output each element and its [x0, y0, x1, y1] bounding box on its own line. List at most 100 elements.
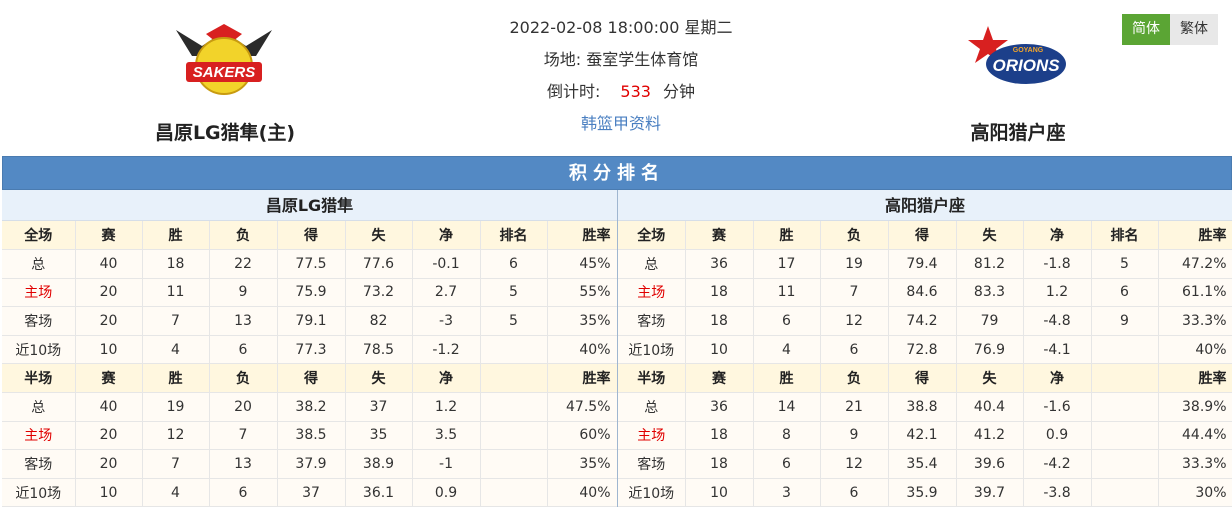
table-cell: 18 — [142, 249, 210, 279]
table-cell: 77.6 — [345, 249, 413, 279]
home-team-logo[interactable]: SAKERS — [172, 20, 276, 100]
table-cell: 35.4 — [888, 449, 957, 479]
table-cell: 6 — [753, 306, 821, 336]
table-cell: 6 — [209, 335, 278, 365]
table-cell: 10 — [685, 478, 754, 508]
away-team-name[interactable]: 高阳猎户座 — [893, 118, 1143, 145]
table-cell: 9 — [820, 421, 889, 451]
table-cell: 19 — [142, 392, 210, 422]
table-row: 总 36 14 21 38.8 40.4 -1.6 38.9% — [618, 392, 1232, 422]
table-cell: 47.5% — [547, 392, 618, 422]
table-header-row: 全场赛胜负得失净排名 胜率 — [618, 221, 1232, 251]
home-logo-text: SAKERS — [193, 64, 256, 81]
table-cell: 78.5 — [345, 335, 413, 365]
header-cell: 半场 — [2, 363, 76, 394]
league-info-link[interactable]: 韩篮甲资料 — [581, 114, 661, 133]
table-cell: 35% — [547, 449, 618, 479]
table-cell: 72.8 — [888, 335, 957, 365]
table-cell: 19 — [820, 249, 889, 279]
match-header: SAKERS 昌原LG猎隼(主) 2022-02-08 18:00:00 星期二… — [0, 0, 1232, 155]
table-row: 客场 20 7 13 37.9 38.9 -1 35% — [2, 449, 618, 479]
row-label-cell: 近10场 — [618, 478, 686, 508]
header-cell: 得 — [277, 221, 346, 251]
table-cell — [480, 478, 548, 508]
table-cell: 36 — [685, 249, 754, 279]
countdown-unit: 分钟 — [662, 82, 695, 101]
table-row: 客场 20 7 13 79.1 82 -3 5 35% — [2, 306, 618, 336]
standings-tables: 昌原LG猎隼 全场赛胜负得失净排名 胜率总 40 18 22 77.5 77.6 -0.1 6 4… — [2, 190, 1232, 508]
table-cell: 37 — [277, 478, 346, 508]
table-row: 总 36 17 19 79.4 81.2 -1.8 5 47.2% — [618, 249, 1232, 279]
table-row: 近10场 10 4 6 72.8 76.9 -4.1 40% — [618, 335, 1232, 365]
table-cell — [1091, 449, 1159, 479]
table-cell: 40% — [547, 478, 618, 508]
table-cell: 36.1 — [345, 478, 413, 508]
header-cell: 胜率 — [547, 363, 618, 394]
table-cell: 6 — [480, 249, 548, 279]
table-cell: 20 — [209, 392, 278, 422]
row-label-cell: 客场 — [618, 449, 686, 479]
home-team-name[interactable]: 昌原LG猎隼(主) — [100, 118, 350, 145]
table-cell — [1091, 478, 1159, 508]
table-cell: 5 — [480, 306, 548, 336]
table-cell: 11 — [753, 278, 821, 308]
row-label-cell: 总 — [2, 392, 76, 422]
countdown-label: 倒计时: — [547, 82, 601, 101]
table-cell — [480, 335, 548, 365]
table-cell: -1.8 — [1023, 249, 1092, 279]
away-standings-table: 全场赛胜负得失净排名 胜率总 36 17 19 79.4 81.2 -1.8 5 47.2% 主场 1… — [618, 221, 1232, 508]
table-cell: 30% — [1158, 478, 1232, 508]
table-cell: 13 — [209, 306, 278, 336]
table-cell: 21 — [820, 392, 889, 422]
header-cell: 全场 — [2, 221, 76, 251]
table-row: 主场 20 12 7 38.5 35 3.5 60% — [2, 421, 618, 451]
match-datetime: 2022-02-08 18:00:00 星期二 — [509, 18, 733, 37]
header-cell: 负 — [209, 221, 278, 251]
header-cell: 得 — [888, 221, 957, 251]
row-label-cell: 客场 — [618, 306, 686, 336]
table-cell: 10 — [685, 335, 754, 365]
traditional-chinese-button[interactable]: 繁体 — [1170, 14, 1218, 45]
table-cell: -4.8 — [1023, 306, 1092, 336]
header-cell: 胜 — [753, 221, 821, 251]
header-cell: 赛 — [75, 221, 143, 251]
table-row: 主场 20 11 9 75.9 73.2 2.7 5 55% — [2, 278, 618, 308]
table-cell: 79.1 — [277, 306, 346, 336]
row-label-cell: 主场 — [2, 278, 76, 308]
table-cell: 18 — [685, 278, 754, 308]
table-cell: -3.8 — [1023, 478, 1092, 508]
header-cell: 排名 — [480, 221, 548, 251]
table-cell: 5 — [480, 278, 548, 308]
away-team-logo[interactable]: GOYANG ORIONS — [966, 26, 1070, 96]
row-label-cell: 主场 — [618, 278, 686, 308]
header-cell: 胜 — [753, 363, 821, 394]
header-cell: 净 — [1023, 363, 1092, 394]
simplified-chinese-button[interactable]: 简体 — [1122, 14, 1170, 45]
home-standings-title: 昌原LG猎隼 — [2, 190, 617, 221]
row-label-cell: 近10场 — [2, 478, 76, 508]
row-label-cell: 近10场 — [2, 335, 76, 365]
header-cell: 失 — [345, 363, 413, 394]
table-cell: 9 — [1091, 306, 1159, 336]
table-cell: 17 — [753, 249, 821, 279]
table-cell: 20 — [75, 421, 143, 451]
header-cell: 胜 — [142, 221, 210, 251]
table-cell — [1091, 392, 1159, 422]
table-row: 近10场 10 4 6 77.3 78.5 -1.2 40% — [2, 335, 618, 365]
table-row: 主场 18 8 9 42.1 41.2 0.9 44.4% — [618, 421, 1232, 451]
table-cell: 75.9 — [277, 278, 346, 308]
table-cell — [1091, 421, 1159, 451]
header-cell: 胜 — [142, 363, 210, 394]
table-cell: 6 — [820, 335, 889, 365]
table-cell: 9 — [209, 278, 278, 308]
table-cell: 20 — [75, 306, 143, 336]
table-cell: 77.5 — [277, 249, 346, 279]
header-cell: 胜率 — [1158, 221, 1232, 251]
table-cell: 79 — [956, 306, 1024, 336]
header-cell: 失 — [345, 221, 413, 251]
table-row: 总 40 18 22 77.5 77.6 -0.1 6 45% — [2, 249, 618, 279]
table-cell: -1.2 — [412, 335, 481, 365]
table-cell: 12 — [820, 449, 889, 479]
table-cell: 3 — [753, 478, 821, 508]
table-cell: 3.5 — [412, 421, 481, 451]
